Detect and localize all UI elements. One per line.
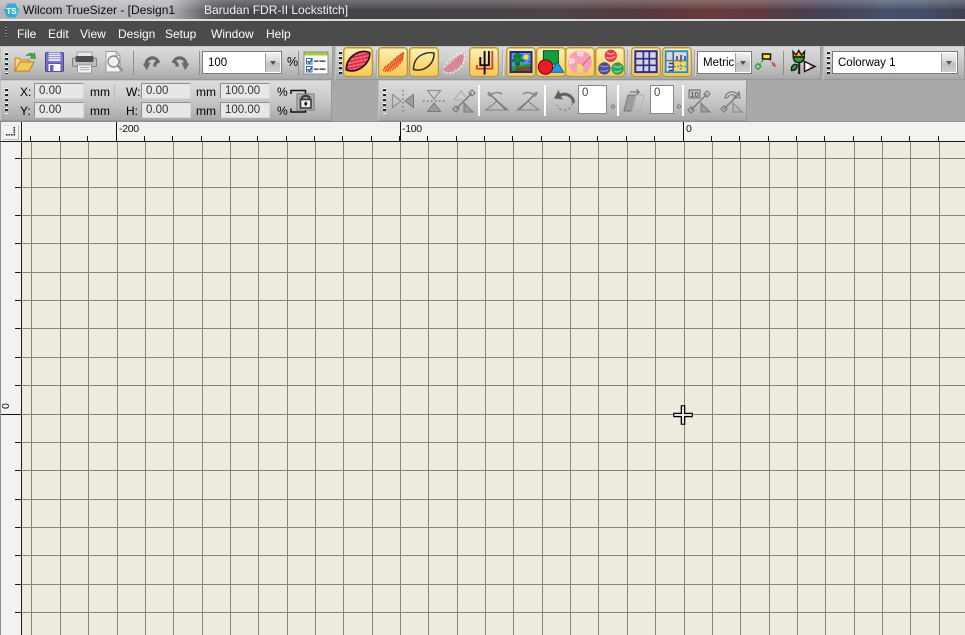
svg-text:10: 10 — [690, 90, 698, 99]
svg-text:TS: TS — [6, 7, 17, 16]
